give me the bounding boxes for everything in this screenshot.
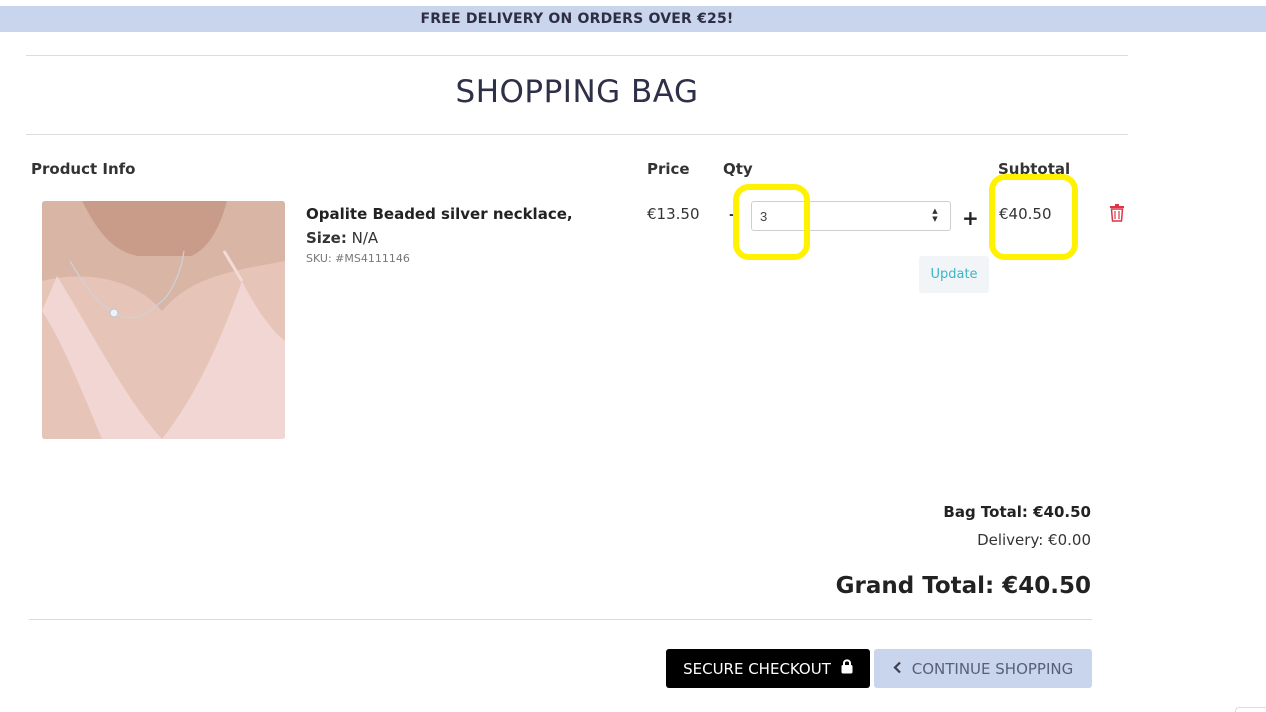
qty-highlight-annotation	[733, 184, 810, 260]
grand-total: Grand Total: €40.50	[835, 573, 1091, 599]
update-button[interactable]: Update	[919, 256, 989, 293]
product-image	[42, 201, 285, 439]
product-sku: SKU: #MS4111146	[306, 252, 410, 265]
checkout-label: SECURE CHECKOUT	[683, 659, 831, 678]
product-name: Opalite Beaded silver necklace,	[306, 205, 573, 223]
continue-label: CONTINUE SHOPPING	[911, 659, 1074, 678]
top-divider	[26, 55, 1128, 56]
banner-text: FREE DELIVERY ON ORDERS OVER €25!	[420, 11, 734, 27]
subtotal-highlight-annotation	[989, 174, 1078, 260]
delivery-banner: FREE DELIVERY ON ORDERS OVER €25!	[0, 6, 1266, 32]
secure-checkout-button[interactable]: SECURE CHECKOUT	[666, 649, 870, 688]
size-value: N/A	[351, 229, 379, 247]
lock-icon	[841, 659, 853, 678]
increment-qty-button[interactable]: +	[962, 206, 979, 230]
product-size: Size: N/A	[306, 229, 378, 247]
spinner-arrows-icon[interactable]: ▲ ▼	[929, 207, 941, 225]
header-qty: Qty	[723, 160, 753, 178]
trash-icon[interactable]	[1109, 204, 1125, 222]
header-product-info: Product Info	[31, 160, 136, 178]
continue-shopping-button[interactable]: CONTINUE SHOPPING	[874, 649, 1092, 688]
size-label: Size:	[306, 229, 347, 247]
title-divider	[26, 134, 1128, 135]
totals-divider	[29, 619, 1092, 620]
item-price: €13.50	[647, 205, 700, 223]
bag-total: Bag Total: €40.50	[943, 503, 1091, 521]
corner-widget	[1235, 707, 1266, 712]
header-price: Price	[647, 160, 690, 178]
page-title: SHOPPING BAG	[455, 74, 699, 110]
chevron-left-icon	[893, 660, 902, 678]
delivery-cost: Delivery: €0.00	[977, 531, 1091, 549]
